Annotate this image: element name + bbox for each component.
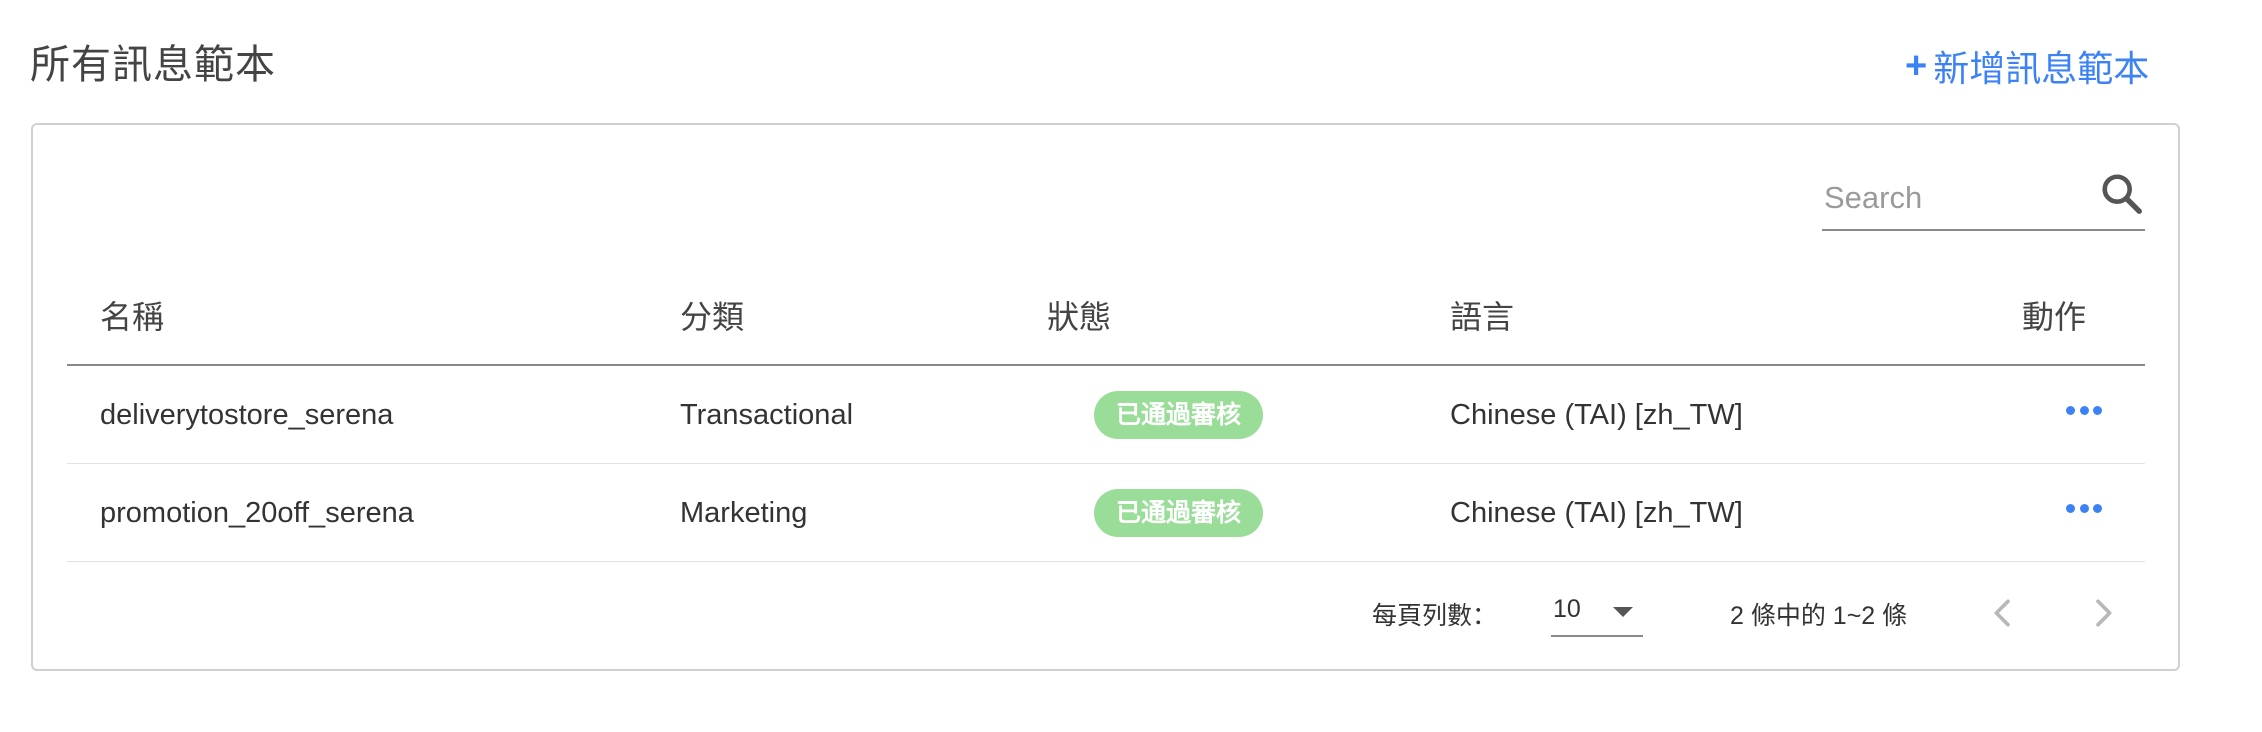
more-actions-icon[interactable] (2066, 406, 2102, 420)
column-header-name[interactable]: 名稱 (100, 292, 164, 338)
template-category: Marketing (680, 497, 808, 529)
template-name: promotion_20off_serena (100, 497, 414, 529)
chevron-right-icon[interactable] (2083, 593, 2123, 633)
column-header-language[interactable]: 語言 (1450, 292, 1514, 338)
column-header-status[interactable]: 狀態 (1047, 292, 1111, 338)
template-category: Transactional (680, 399, 854, 431)
column-header-actions: 動作 (2022, 299, 2087, 335)
plus-icon: + (1905, 45, 1928, 87)
search-field[interactable] (1822, 167, 2145, 231)
search-icon[interactable] (2099, 171, 2145, 217)
template-language: Chinese (TAI) [zh_TW] (1450, 497, 1743, 529)
rows-per-page-label: 每頁列數： (1372, 602, 1498, 630)
rows-per-page-value: 10 (1553, 595, 1581, 623)
templates-card: 名稱 分類 狀態 語言 動作 deliverytostore_serena Tr… (31, 123, 2180, 671)
search-input[interactable] (1822, 169, 2086, 227)
table-row: deliverytostore_serena Transactional 已通過… (67, 366, 2145, 464)
table-row: promotion_20off_serena Marketing 已通過審核 C… (67, 464, 2145, 562)
caret-down-icon (1613, 607, 1633, 617)
page-title: 所有訊息範本 (30, 43, 276, 87)
rows-per-page-select[interactable]: 10 (1551, 583, 1643, 637)
more-actions-icon[interactable] (2066, 504, 2102, 518)
template-language: Chinese (TAI) [zh_TW] (1450, 399, 1743, 431)
table-header-row: 名稱 分類 狀態 語言 動作 (67, 280, 2145, 366)
status-badge: 已通過審核 (1094, 391, 1264, 439)
column-header-category[interactable]: 分類 (680, 292, 744, 338)
pagination-range: 2 條中的 1~2 條 (1730, 602, 1908, 630)
template-name: deliverytostore_serena (100, 399, 394, 431)
chevron-left-icon[interactable] (1983, 593, 2023, 633)
add-template-button[interactable]: + 新增訊息範本 (1905, 40, 2149, 92)
add-template-label: 新增訊息範本 (1933, 48, 2150, 89)
status-badge: 已通過審核 (1094, 489, 1264, 537)
